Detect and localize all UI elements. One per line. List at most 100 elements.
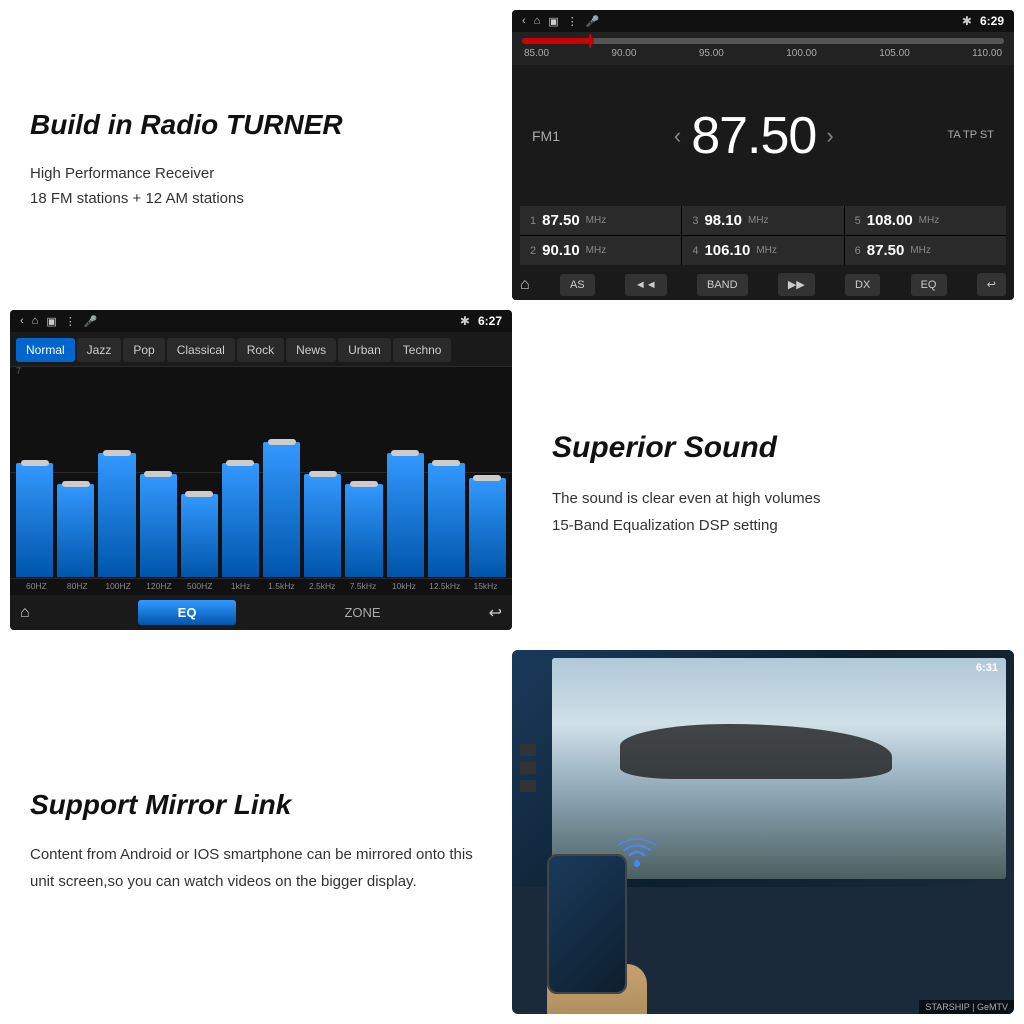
preset-num-3: 3 xyxy=(692,215,698,227)
home-button[interactable]: ⌂ xyxy=(520,276,530,294)
preset-5[interactable]: 5 108.00 MHz xyxy=(845,206,1006,235)
eq-preset-news[interactable]: News xyxy=(286,338,336,362)
eq-menu-icon[interactable]: ⋮ xyxy=(65,315,76,328)
eq-handle-7[interactable] xyxy=(309,471,337,477)
apps-nav-icon[interactable]: ▣ xyxy=(548,15,558,28)
preset-freq-1: 87.50 xyxy=(542,212,580,229)
side-btn-3[interactable] xyxy=(520,780,536,792)
preset-num-1: 1 xyxy=(530,215,536,227)
freq-arrow-left[interactable]: ‹ xyxy=(674,123,681,149)
preset-2[interactable]: 2 90.10 MHz xyxy=(520,236,681,265)
mirror-desc: Content from Android or IOS smartphone c… xyxy=(30,841,492,895)
eq-handle-11[interactable] xyxy=(473,475,501,481)
eq-fill-11 xyxy=(469,478,506,577)
eq-footer-zone-button[interactable]: ZONE xyxy=(344,605,380,620)
eq-band-10[interactable] xyxy=(428,370,465,577)
radio-desc1: High Performance Receiver xyxy=(30,161,492,187)
eq-footer-home[interactable]: ⌂ xyxy=(20,604,30,622)
eq-band-4[interactable] xyxy=(181,370,218,577)
side-btn-1[interactable] xyxy=(520,744,536,756)
eq-band-3[interactable] xyxy=(140,370,177,577)
sound-desc1: The sound is clear even at high volumes xyxy=(552,485,994,512)
prev-button[interactable]: ◄◄ xyxy=(625,274,667,296)
preset-4[interactable]: 4 106.10 MHz xyxy=(682,236,843,265)
eq-preset-jazz[interactable]: Jazz xyxy=(77,338,122,362)
preset-freq-4: 106.10 xyxy=(704,242,750,259)
eq-fill-4 xyxy=(181,494,218,577)
eq-body: 7 0 -7 xyxy=(10,366,512,579)
eq-fill-2 xyxy=(98,453,135,577)
bluetooth-icon: ✱ xyxy=(962,14,972,28)
eq-band-8[interactable] xyxy=(345,370,382,577)
phone-device xyxy=(547,854,627,994)
freq-label-2: 90.00 xyxy=(611,48,636,59)
freq-label-6: 110.00 xyxy=(972,48,1002,59)
eq-label-1: 80HZ xyxy=(57,581,98,591)
eq-back-icon[interactable]: ‹ xyxy=(20,315,24,327)
eq-band-9[interactable] xyxy=(387,370,424,577)
eq-button[interactable]: EQ xyxy=(911,274,947,296)
eq-fill-8 xyxy=(345,484,382,577)
eq-preset-urban[interactable]: Urban xyxy=(338,338,391,362)
as-button[interactable]: AS xyxy=(560,274,595,296)
eq-fill-7 xyxy=(304,474,341,578)
preset-grid: 1 87.50 MHz 3 98.10 MHz 5 108.00 MHz 2 9… xyxy=(520,206,1006,265)
eq-handle-4[interactable] xyxy=(185,491,213,497)
eq-handle-10[interactable] xyxy=(432,460,460,466)
eq-handle-5[interactable] xyxy=(226,460,254,466)
preset-6[interactable]: 6 87.50 MHz xyxy=(845,236,1006,265)
eq-footer-eq-button[interactable]: EQ xyxy=(138,600,237,625)
band-button[interactable]: BAND xyxy=(697,274,748,296)
side-btn-2[interactable] xyxy=(520,762,536,774)
freq-needle xyxy=(589,34,591,48)
preset-3[interactable]: 3 98.10 MHz xyxy=(682,206,843,235)
phone-hand xyxy=(537,814,667,1014)
menu-icon[interactable]: ⋮ xyxy=(567,15,578,28)
eq-track-5 xyxy=(222,370,259,577)
eq-preset-normal[interactable]: Normal xyxy=(16,338,75,362)
preset-1[interactable]: 1 87.50 MHz xyxy=(520,206,681,235)
eq-label-4: 500HZ xyxy=(179,581,220,591)
eq-home-icon[interactable]: ⌂ xyxy=(32,315,39,327)
android-status-bar: ‹ ⌂ ▣ ⋮ 🎤 ✱ 6:29 xyxy=(512,10,1014,32)
eq-band-11[interactable] xyxy=(469,370,506,577)
status-time: 6:29 xyxy=(980,14,1004,28)
eq-preset-pop[interactable]: Pop xyxy=(123,338,164,362)
freq-label-4: 100.00 xyxy=(786,48,817,59)
back-button[interactable]: ↩ xyxy=(977,273,1006,296)
head-unit-time: 6:31 xyxy=(976,662,998,674)
eq-bt-icon: ✱ xyxy=(460,314,470,328)
eq-handle-3[interactable] xyxy=(144,471,172,477)
eq-band-0[interactable] xyxy=(16,370,53,577)
eq-preset-techno[interactable]: Techno xyxy=(393,338,452,362)
phone-screen xyxy=(549,856,625,992)
back-nav-icon[interactable]: ‹ xyxy=(522,15,526,27)
eq-band-5[interactable] xyxy=(222,370,259,577)
frequency-display: ‹ 87.50 › xyxy=(674,106,834,166)
eq-handle-2[interactable] xyxy=(103,450,131,456)
eq-preset-rock[interactable]: Rock xyxy=(237,338,284,362)
home-nav-icon[interactable]: ⌂ xyxy=(534,15,541,27)
eq-handle-1[interactable] xyxy=(62,481,90,487)
next-button[interactable]: ▶▶ xyxy=(778,273,815,296)
eq-handle-6[interactable] xyxy=(268,439,296,445)
freq-arrow-right[interactable]: › xyxy=(826,123,833,149)
eq-label-8: 7.5kHz xyxy=(343,581,384,591)
eq-apps-icon[interactable]: ▣ xyxy=(46,315,56,328)
eq-band-1[interactable] xyxy=(57,370,94,577)
eq-fill-1 xyxy=(57,484,94,577)
eq-handle-0[interactable] xyxy=(21,460,49,466)
eq-band-6[interactable] xyxy=(263,370,300,577)
sound-desc2: 15-Band Equalization DSP setting xyxy=(552,512,994,539)
eq-band-7[interactable] xyxy=(304,370,341,577)
eq-handle-9[interactable] xyxy=(391,450,419,456)
dx-button[interactable]: DX xyxy=(845,274,880,296)
mirror-title: Support Mirror Link xyxy=(30,789,492,821)
eq-preset-classical[interactable]: Classical xyxy=(167,338,235,362)
eq-track-10 xyxy=(428,370,465,577)
eq-band-2[interactable] xyxy=(98,370,135,577)
eq-handle-8[interactable] xyxy=(350,481,378,487)
eq-track-9 xyxy=(387,370,424,577)
eq-footer-back[interactable]: ↩ xyxy=(489,603,502,623)
radio-text-section: Build in Radio TURNER High Performance R… xyxy=(0,0,512,310)
